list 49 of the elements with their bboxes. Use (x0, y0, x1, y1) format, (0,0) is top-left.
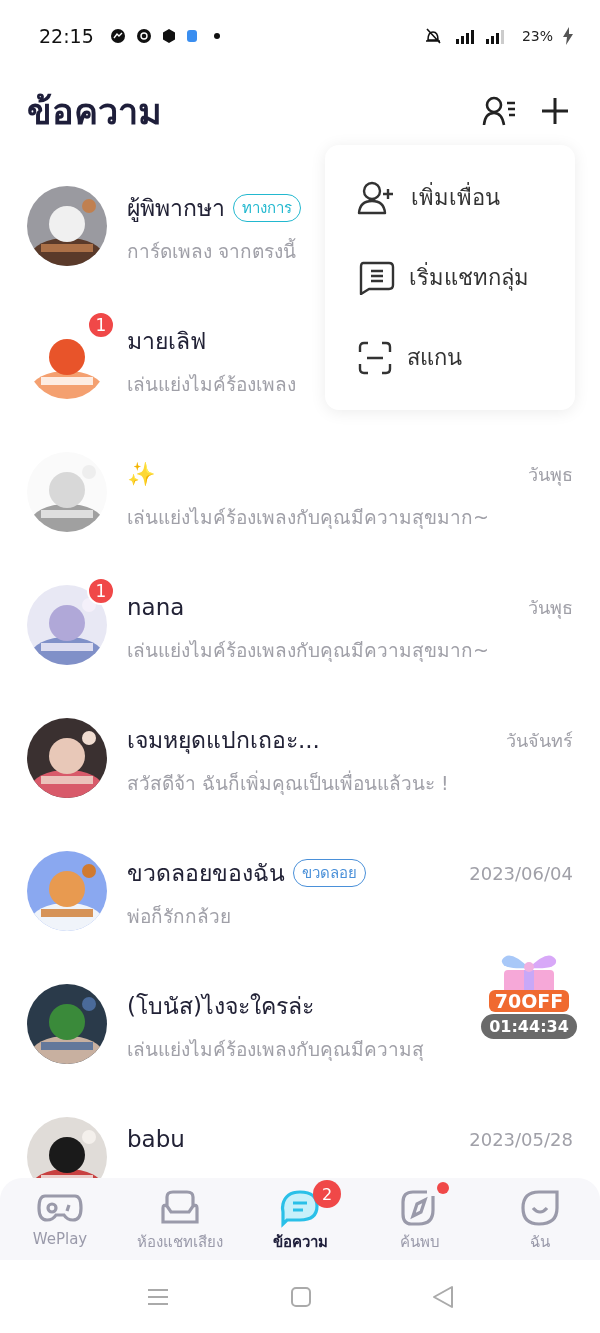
message-preview: เล่นแย่งไมค์ร้องเพลง (127, 372, 297, 397)
menu-item[interactable]: เริ่มแชทกลุ่ม (409, 260, 529, 295)
home-icon[interactable] (290, 1285, 312, 1308)
countdown-timer: 01:44:34 (481, 1014, 577, 1039)
messenger-icon (109, 28, 126, 44)
contact-name: ผู้พิพากษา (127, 194, 225, 224)
tab[interactable]: WePlay (0, 1178, 120, 1260)
browser-icon (135, 28, 152, 44)
contacts-icon[interactable] (482, 95, 518, 127)
app-icon (185, 29, 198, 43)
plus-icon[interactable] (540, 96, 570, 126)
menu-item[interactable]: สแกน (407, 340, 462, 375)
tab[interactable]: 2 ข้อความ (240, 1178, 360, 1260)
message-time: วันจันทร์ (506, 728, 573, 753)
chat-icon (357, 260, 395, 295)
page-title: ข้อความ (27, 89, 162, 134)
discount-label[interactable]: 70OFF (488, 990, 570, 1012)
contact-name: ✨ (127, 460, 156, 488)
charging-icon (563, 27, 573, 45)
message-preview: การ์ดเพลง จากตรงนี้ (127, 237, 298, 264)
message-preview: สวัสดีจ้า ฉันก็เพิ่มคุณเป็นเพื่อนแล้วนะ ! (127, 769, 450, 797)
count-badge: 2 (313, 1180, 341, 1208)
message-time: วันพุธ (528, 595, 573, 621)
contact-name: nana (127, 594, 185, 620)
more-dot-icon (213, 33, 220, 39)
unread-badge: 1 (87, 577, 115, 605)
message-preview: เล่นแย่งไมค์ร้องเพลงกับคุณมีความสุ (127, 1037, 425, 1063)
back-icon[interactable] (432, 1284, 454, 1309)
tab[interactable]: ค้นพบ (360, 1178, 480, 1260)
unread-badge: 1 (87, 311, 115, 339)
contact-name: เจมหยุดแปกเถอะ... (127, 726, 320, 756)
contact-name: มายเลิฟ (127, 327, 206, 356)
message-time: วันพุธ (528, 462, 573, 488)
tab[interactable]: ห้องแชทเสียง (120, 1178, 240, 1260)
status-time: 22:15 (39, 25, 94, 47)
message-time: 2023/05/28 (469, 1128, 573, 1150)
contact-name: ขวดลอยของฉัน (127, 859, 285, 888)
tab[interactable]: ฉัน (480, 1178, 600, 1260)
menu-icon[interactable] (146, 1286, 170, 1307)
message-preview: พ่อก็รักกล้วย (127, 904, 232, 929)
hexagon-icon (161, 28, 176, 44)
battery-percent: 23% (521, 28, 553, 44)
message-time: 2023/06/04 (469, 862, 573, 884)
message-preview: เล่นแย่งไมค์ร้องเพลงกับคุณมีความสุขมาก~ (127, 638, 490, 664)
message-preview: เล่นแย่งไมค์ร้องเพลงกับคุณมีความสุขมาก~ (127, 505, 490, 531)
menu-item[interactable]: เพิ่มเพื่อน (411, 180, 500, 215)
contact-name: babu (127, 1126, 185, 1152)
scan-icon (357, 340, 393, 375)
contact-name: (โบนัส)ไงจะใครล่ะ (127, 992, 314, 1021)
